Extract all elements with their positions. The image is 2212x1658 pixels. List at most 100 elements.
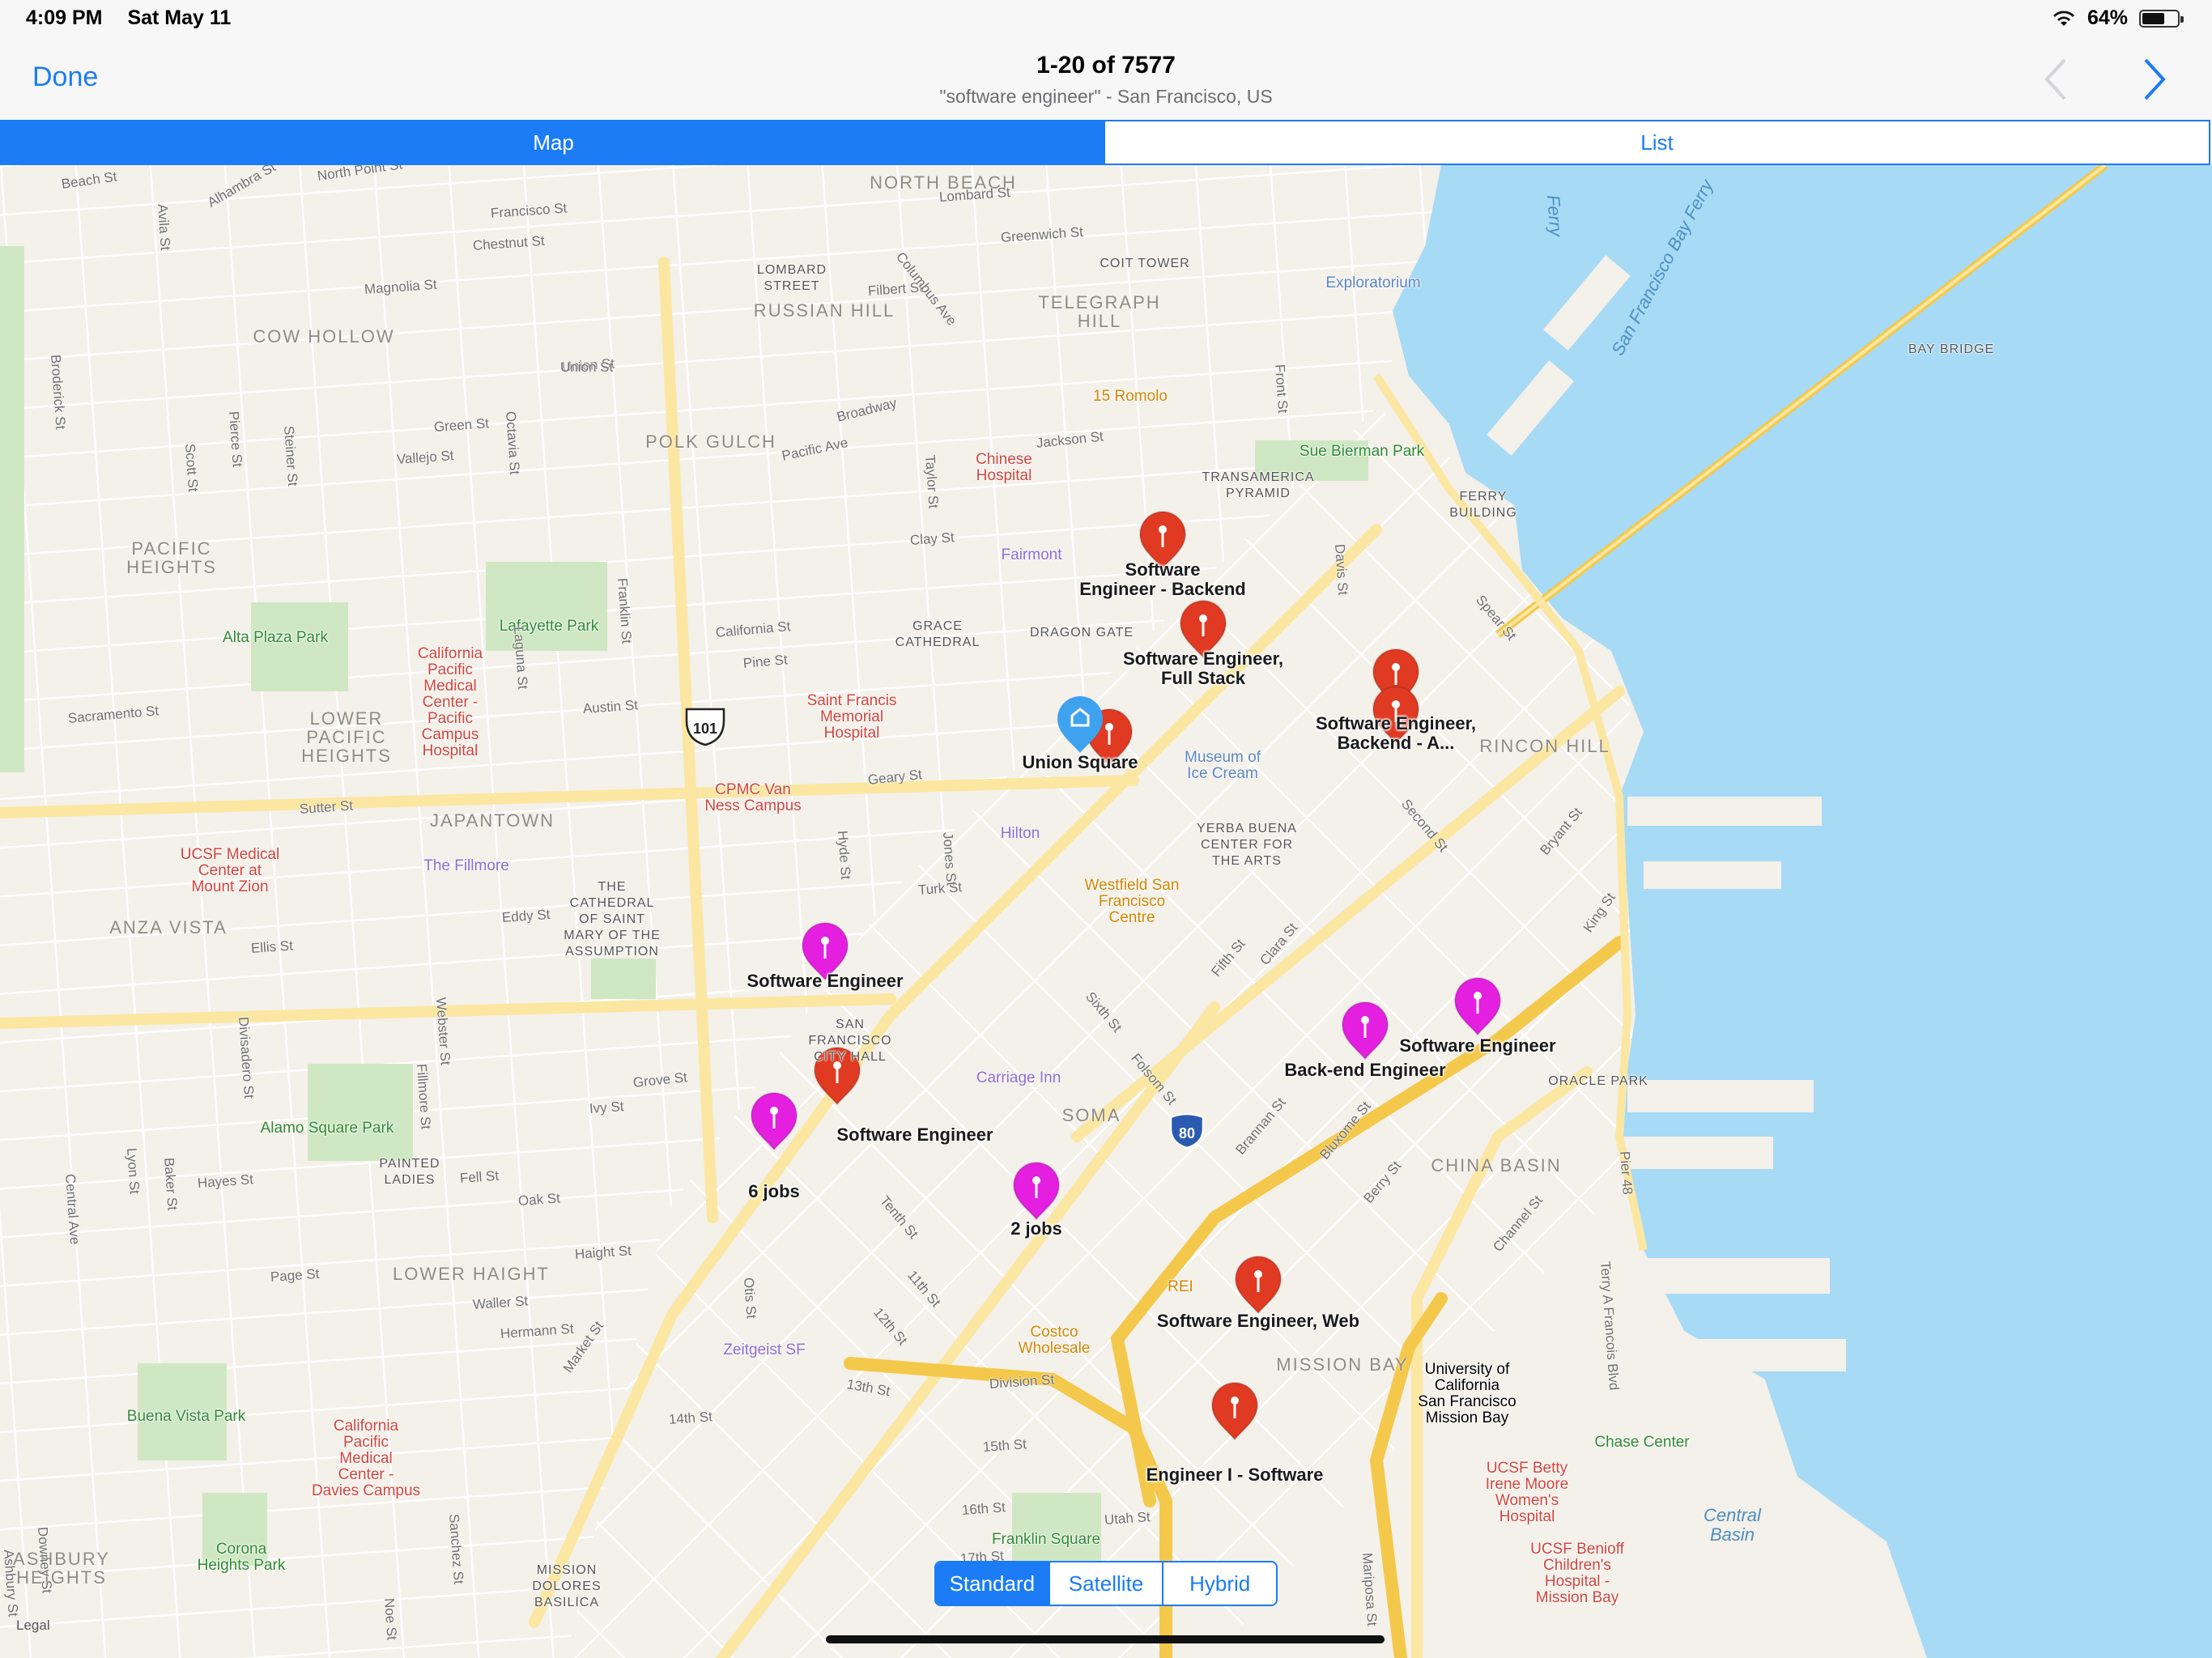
poi-label[interactable]: Museum of Ice Cream [1185, 750, 1261, 782]
poi-label[interactable]: Corona Heights Park [198, 1541, 286, 1574]
job-pin-label[interactable]: Software Engineer [836, 1125, 993, 1145]
district-label: LOWER PACIFIC HEIGHTS [301, 708, 392, 766]
navigation-bar: Done 1-20 of 7577 "software engineer" - … [0, 39, 2212, 120]
street-label: Avila St [155, 203, 173, 251]
poi-label[interactable]: LOMBARD STREET [757, 262, 827, 295]
poi-label[interactable]: Sue Bierman Park [1300, 444, 1424, 460]
district-label: RINCON HILL [1479, 736, 1610, 756]
map-type-hybrid[interactable]: Hybrid [1162, 1562, 1276, 1605]
district-label: ASHBURY HEIGHTS [13, 1549, 110, 1588]
poi-label[interactable]: The Fillmore [423, 858, 509, 874]
poi-label[interactable]: SAN FRANCISCO CITY HALL [808, 1017, 891, 1065]
poi-label[interactable]: Costco Wholesale [1019, 1324, 1091, 1357]
poi-label[interactable]: GRACE CATHEDRAL [895, 619, 981, 651]
poi-label[interactable]: California Pacific Medical Center - Pacific C… [418, 646, 483, 759]
chevron-right-icon[interactable] [2138, 57, 2170, 102]
map-type-standard[interactable]: Standard [936, 1562, 1049, 1605]
street-label: Fell St [459, 1167, 500, 1186]
street-label: 14th St [668, 1409, 713, 1427]
poi-label[interactable]: Franklin Square [992, 1532, 1100, 1548]
water-label: Ferry [1543, 193, 1567, 237]
poi-label[interactable]: Zeitgeist SF [723, 1342, 805, 1358]
home-indicator [826, 1635, 1385, 1643]
district-label: RUSSIAN HILL [753, 300, 895, 321]
poi-label[interactable]: UCSF Medical Center at Mount Zion [181, 847, 279, 895]
poi-label[interactable]: Carriage Inn [976, 1070, 1061, 1086]
district-label: TELEGRAPH HILL [1038, 292, 1161, 331]
poi-label[interactable]: 15 Romolo [1093, 389, 1168, 405]
map-type-control: Standard Satellite Hybrid [934, 1561, 1278, 1606]
district-label: PACIFIC HEIGHTS [126, 538, 217, 577]
i-80-shield: 80 [1169, 1112, 1205, 1150]
job-pin-label[interactable]: Back-end Engineer [1284, 1061, 1445, 1080]
status-time: 4:09 PM [26, 6, 103, 29]
poi-label[interactable]: MISSION DOLORES BASILICA [532, 1562, 601, 1611]
poi-label[interactable]: THE CATHEDRAL OF SAINT MARY OF THE ASSUMPTIO… [564, 879, 660, 960]
poi-label[interactable]: Buena Vista Park [127, 1409, 245, 1425]
poi-label[interactable]: Chinese Hospital [976, 452, 1032, 484]
district-label: CHINA BASIN [1431, 1155, 1562, 1175]
poi-label[interactable]: CPMC Van Ness Campus [704, 782, 801, 814]
job-pin-label[interactable]: Software Engineer, Web [1157, 1312, 1359, 1331]
street-label: Otis St [741, 1277, 759, 1320]
poi-label[interactable]: Alta Plaza Park [223, 630, 328, 646]
poi-label[interactable]: UCSF Betty Irene Moore Women's Hospital [1486, 1460, 1568, 1525]
job-pin-label[interactable]: Software Engineer, Full Stack [1123, 649, 1283, 688]
map-type-satellite[interactable]: Satellite [1048, 1562, 1163, 1605]
job-pin-label[interactable]: Software Engineer - Backend [1079, 560, 1245, 599]
job-pin-label[interactable]: Software Engineer [1399, 1036, 1555, 1056]
poi-label[interactable]: University of California San Francisco Miss… [1418, 1362, 1516, 1426]
street-label: Utah St [1104, 1509, 1151, 1528]
wifi-icon [2052, 10, 2074, 26]
search-subtitle: "software engineer" - San Francisco, US [939, 86, 1273, 107]
job-pin-label[interactable]: Engineer I - Software [1146, 1465, 1324, 1485]
street-label: Noe St [381, 1597, 400, 1641]
poi-label[interactable]: Fairmont [1002, 547, 1062, 563]
legal-link[interactable]: Legal [16, 1618, 50, 1634]
district-label: COW HOLLOW [253, 326, 395, 346]
poi-label[interactable]: ORACLE PARK [1548, 1073, 1648, 1090]
poi-label[interactable]: REI [1168, 1279, 1193, 1295]
street-label: 16th St [961, 1499, 1006, 1518]
page-title: 1-20 of 7577 [1036, 52, 1176, 79]
street-label: 15th St [982, 1436, 1027, 1455]
job-pin-label[interactable]: Software Engineer, Backend - A... [1316, 714, 1476, 753]
poi-label[interactable]: PAINTED LADIES [379, 1156, 440, 1188]
tab-map[interactable]: Map [2, 121, 1105, 164]
chevron-left-icon[interactable] [2040, 57, 2073, 102]
job-pin-label[interactable]: Software Engineer [747, 971, 903, 991]
poi-label[interactable]: Saint Francis Memorial Hospital [807, 693, 897, 742]
street-label: Lyon St [124, 1147, 143, 1195]
street-label: Front St [1272, 363, 1291, 414]
poi-label[interactable]: FERRY BUILDING [1449, 489, 1517, 521]
poi-label[interactable]: Westfield San Francisco Centre [1085, 878, 1180, 926]
district-label: SOMA [1061, 1105, 1121, 1125]
street-label: Ellis St [250, 937, 294, 956]
street-label: Scott St [182, 443, 202, 493]
tab-list[interactable]: List [1105, 121, 2209, 164]
poi-label[interactable]: Exploratorium [1325, 275, 1420, 291]
poi-label[interactable]: Chase Center [1594, 1435, 1689, 1451]
poi-label[interactable]: DRAGON GATE [1030, 625, 1134, 641]
street-label: Clay St [909, 529, 955, 548]
district-label: JAPANTOWN [429, 810, 555, 831]
poi-label[interactable]: California Pacific Medical Center - Davies C… [312, 1418, 420, 1499]
district-label: ANZA VISTA [109, 917, 228, 937]
poi-label[interactable]: Hilton [1001, 826, 1040, 842]
poi-label[interactable]: COIT TOWER [1100, 256, 1189, 272]
poi-label[interactable]: Alamo Square Park [261, 1120, 394, 1137]
poi-label[interactable]: UCSF Benioff Children's Hospital - Mission … [1530, 1541, 1624, 1606]
street-label: Union St [560, 359, 614, 375]
street-label: Pier 48 [1617, 1150, 1636, 1196]
poi-label[interactable]: TRANSAMERICA PYRAMID [1202, 470, 1314, 502]
battery-percent: 64% [2087, 6, 2128, 29]
poi-label[interactable]: YERBA BUENA CENTER FOR THE ARTS [1197, 821, 1297, 869]
job-pin-label[interactable]: 2 jobs [1010, 1219, 1062, 1239]
status-date: Sat May 11 [127, 6, 232, 29]
map-view[interactable]: 101 80 Software Engineer - Backend Softwar… [0, 165, 2212, 1658]
union-square-label: Union Square [1022, 752, 1138, 772]
district-label: LOWER HAIGHT [393, 1264, 550, 1284]
poi-label[interactable]: BAY BRIDGE [1908, 342, 1994, 358]
street-label: Oak St [517, 1190, 561, 1209]
job-pin-label[interactable]: 6 jobs [748, 1182, 800, 1201]
